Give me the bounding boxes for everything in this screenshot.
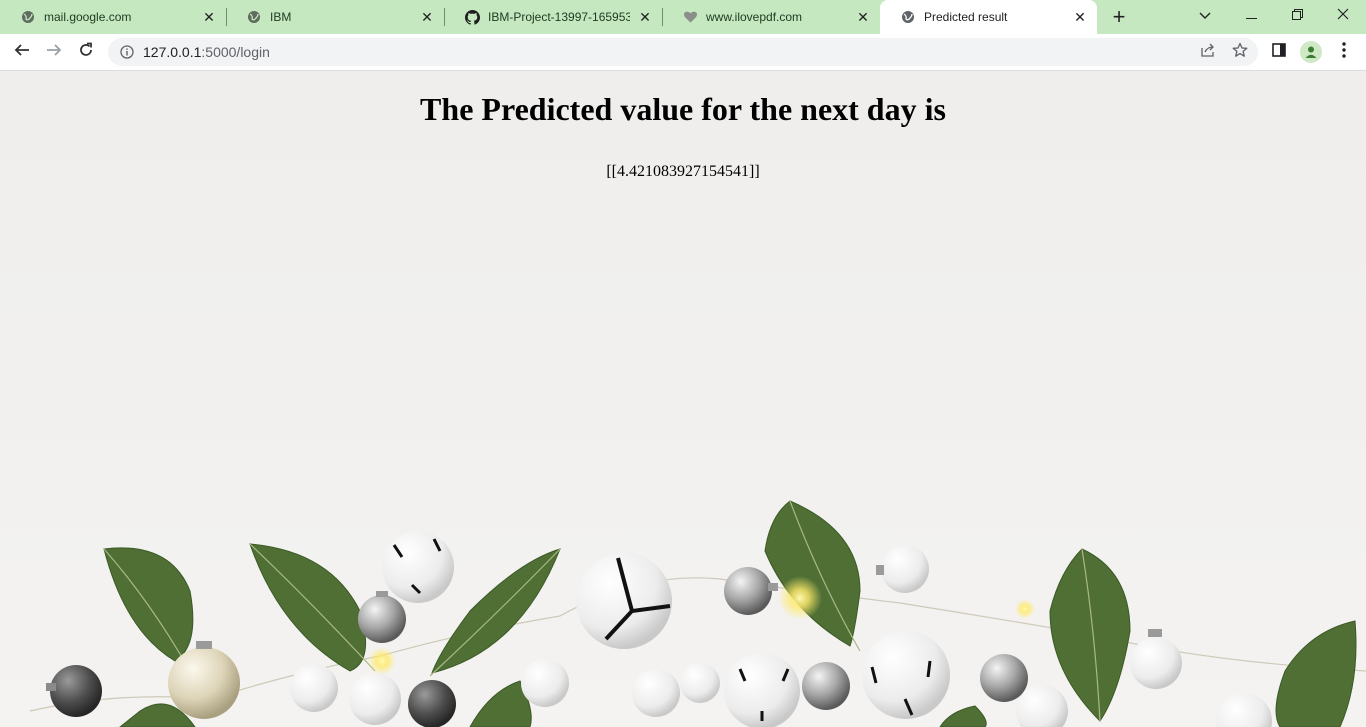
globe-icon xyxy=(246,9,262,25)
address-text: 127.0.0.1:5000/login xyxy=(143,44,270,60)
predicted-value: [[4.421083927154541]] xyxy=(606,163,760,180)
close-icon[interactable]: ✕ xyxy=(854,8,872,26)
address-path: :5000/login xyxy=(201,44,270,60)
address-bar[interactable]: 127.0.0.1:5000/login xyxy=(108,38,1258,66)
page-heading: The Predicted value for the next day is xyxy=(420,91,946,127)
new-tab-button[interactable]: + xyxy=(1106,4,1132,29)
profile-button[interactable] xyxy=(1297,38,1325,66)
share-button[interactable] xyxy=(1196,40,1220,64)
close-icon[interactable]: ✕ xyxy=(1071,8,1089,26)
minimize-button[interactable] xyxy=(1228,0,1274,32)
tab-title: IBM-Project-13997-1659538 xyxy=(488,10,630,24)
minimize-icon xyxy=(1245,7,1257,25)
arrow-right-icon xyxy=(46,42,62,63)
github-icon xyxy=(464,9,480,25)
forward-button[interactable] xyxy=(40,38,68,66)
star-icon xyxy=(1232,42,1248,63)
tab-title: www.ilovepdf.com xyxy=(706,10,803,24)
avatar-icon xyxy=(1300,41,1322,63)
reload-icon xyxy=(78,42,94,63)
close-icon[interactable]: ✕ xyxy=(200,8,218,26)
close-window-button[interactable] xyxy=(1320,0,1366,32)
tab-predicted-result[interactable]: Predicted result ✕ xyxy=(880,0,1097,34)
close-icon[interactable]: ✕ xyxy=(418,8,436,26)
reload-button[interactable] xyxy=(72,38,100,66)
tab-ibm[interactable]: IBM ✕ xyxy=(226,0,444,34)
tab-github-project[interactable]: IBM-Project-13997-1659538 ✕ xyxy=(444,0,662,34)
restore-icon xyxy=(1291,7,1303,25)
info-icon[interactable] xyxy=(120,45,134,59)
side-panel-icon xyxy=(1272,42,1286,62)
tab-title: mail.google.com xyxy=(44,10,132,24)
close-icon xyxy=(1337,7,1349,25)
globe-icon xyxy=(20,9,36,25)
share-icon xyxy=(1200,43,1216,62)
restore-button[interactable] xyxy=(1274,0,1320,32)
side-panel-button[interactable] xyxy=(1265,38,1293,66)
tab-title: Predicted result xyxy=(924,10,1008,24)
globe-icon xyxy=(900,9,916,25)
chevron-down-icon xyxy=(1199,7,1211,25)
tab-title: IBM xyxy=(270,10,292,24)
close-icon[interactable]: ✕ xyxy=(636,8,654,26)
browser-toolbar: 127.0.0.1:5000/login xyxy=(0,34,1366,71)
bookmark-button[interactable] xyxy=(1228,40,1252,64)
address-host: 127.0.0.1 xyxy=(143,44,202,60)
tab-ilovepdf[interactable]: www.ilovepdf.com ✕ xyxy=(662,0,880,34)
tab-strip: mail.google.com ✕ IBM ✕ IBM-Project-1399… xyxy=(0,0,1366,34)
tab-search-button[interactable] xyxy=(1182,0,1228,32)
tab-mail-google[interactable]: mail.google.com ✕ xyxy=(0,0,226,34)
back-button[interactable] xyxy=(8,38,36,66)
arrow-left-icon xyxy=(14,42,30,63)
kebab-menu-icon xyxy=(1342,41,1346,63)
page-content: The Predicted value for the next day is … xyxy=(0,71,1366,727)
menu-button[interactable] xyxy=(1330,38,1358,66)
heart-icon xyxy=(682,9,698,25)
